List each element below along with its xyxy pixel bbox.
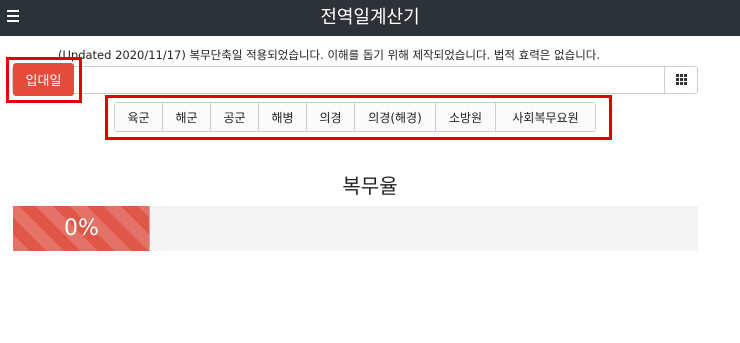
calendar-button[interactable] [664, 66, 698, 94]
branch-button-marines[interactable]: 해병 [259, 103, 307, 131]
service-progress-bar: 0% [13, 206, 698, 251]
branch-button-coast-police[interactable]: 의경(해경) [355, 103, 436, 131]
enlist-date-button[interactable]: 입대일 [13, 63, 74, 96]
page-title: 전역일계산기 [320, 7, 420, 28]
service-branch-group: 육군 해군 공군 해병 의경 의경(해경) 소방원 사회복무요원 [114, 102, 596, 132]
service-rate-title: 복무율 [342, 174, 398, 198]
progress-percent-label: 0% [64, 216, 99, 241]
branch-button-army[interactable]: 육군 [115, 103, 163, 131]
branch-button-firefighter[interactable]: 소방원 [436, 103, 496, 131]
branch-button-social-service[interactable]: 사회복무요원 [496, 103, 595, 131]
branch-button-navy[interactable]: 해군 [163, 103, 211, 131]
grid-icon [676, 74, 688, 85]
update-notice: (Updated 2020/11/17) 복무단축일 적용되었습니다. 이해를 … [58, 48, 601, 62]
branch-button-airforce[interactable]: 공군 [211, 103, 259, 131]
enlist-date-input[interactable] [12, 66, 698, 94]
top-navbar: 전역일계산기 [0, 0, 740, 36]
branch-button-riot-police[interactable]: 의경 [307, 103, 355, 131]
